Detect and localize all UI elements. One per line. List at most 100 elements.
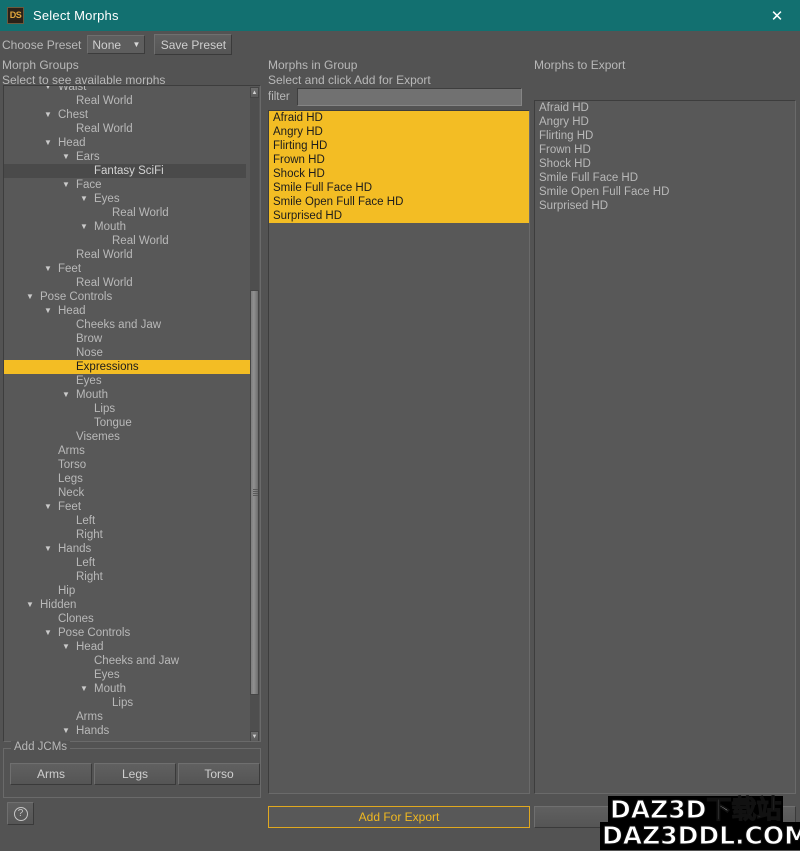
tree-item-eyes[interactable]: Eyes	[4, 374, 252, 388]
morphs-in-group-list[interactable]: Afraid HD Angry HD Flirting HD Frown HD Shoc…	[268, 110, 530, 794]
tree-twisty-icon[interactable]: ▼	[62, 150, 70, 164]
tree-item-mouth[interactable]: ▼ Mouth	[4, 388, 252, 402]
morphs-to-export-list[interactable]: Afraid HD Angry HD Flirting HD Frown HD Shoc…	[534, 100, 796, 794]
tree-item-hands[interactable]: ▼ Hands	[4, 724, 252, 738]
list-item[interactable]: Frown HD	[535, 143, 795, 157]
tree-twisty-icon[interactable]: ▼	[62, 724, 70, 738]
tree-twisty-icon[interactable]: ▼	[62, 178, 70, 192]
tree-item-waist[interactable]: ▼ Waist	[4, 86, 252, 94]
scroll-up-arrow-icon[interactable]: ▲	[250, 87, 259, 98]
tree-twisty-icon[interactable]: ▼	[80, 682, 88, 696]
list-item[interactable]: Frown HD	[269, 153, 529, 167]
jcm-legs-button[interactable]: Legs	[94, 763, 176, 785]
tree-item-face[interactable]: ▼ Face	[4, 178, 252, 192]
add-for-export-button[interactable]: Add For Export	[268, 806, 530, 828]
preset-dropdown[interactable]: None ▼	[87, 35, 146, 54]
jcm-torso-button[interactable]: Torso	[178, 763, 260, 785]
tree-item-real-world[interactable]: Real World	[4, 94, 252, 108]
tree-twisty-icon[interactable]: ▼	[44, 500, 52, 514]
list-item[interactable]: Afraid HD	[269, 111, 529, 125]
tree-twisty-icon[interactable]: ▼	[44, 542, 52, 556]
tree-item-eyes[interactable]: Eyes	[4, 668, 252, 682]
tree-item-fantasy-scifi[interactable]: Fantasy SciFi	[4, 164, 246, 178]
tree-twisty-icon[interactable]: ▼	[44, 304, 52, 318]
tree-item-real-world[interactable]: Real World	[4, 248, 252, 262]
remove-from-export-button[interactable]	[534, 806, 796, 828]
tree-item-feet[interactable]: ▼ Feet	[4, 262, 252, 276]
tree-twisty-icon[interactable]: ▼	[26, 290, 34, 304]
tree-item-lips[interactable]: Lips	[4, 402, 252, 416]
save-preset-button[interactable]: Save Preset	[154, 34, 233, 55]
list-item[interactable]: Afraid HD	[535, 101, 795, 115]
tree-twisty-icon[interactable]: ▼	[62, 388, 70, 402]
tree-item-head[interactable]: ▼ Head	[4, 640, 252, 654]
tree-item-legs[interactable]: Legs	[4, 472, 252, 486]
morph-groups-tree[interactable]: ▼ Waist Real World ▼ Chest Real World ▼ Head ▼ Ea…	[3, 85, 261, 742]
tree-item-eyes[interactable]: ▼ Eyes	[4, 192, 252, 206]
tree-vertical-scrollbar[interactable]: ▲ ▼	[250, 87, 259, 741]
tree-item-hands[interactable]: ▼ Hands	[4, 542, 252, 556]
tree-item-lips[interactable]: Lips	[4, 696, 252, 710]
tree-item-hip[interactable]: Hip	[4, 584, 252, 598]
tree-item-real-world[interactable]: Real World	[4, 122, 252, 136]
tree-item-chest[interactable]: ▼ Chest	[4, 108, 252, 122]
help-button[interactable]: ?	[7, 802, 34, 825]
tree-item-right[interactable]: Right	[4, 528, 252, 542]
scrollbar-thumb[interactable]	[250, 290, 259, 695]
tree-item-pose-controls[interactable]: ▼ Pose Controls	[4, 290, 252, 304]
list-item[interactable]: Flirting HD	[535, 129, 795, 143]
tree-item-hidden[interactable]: ▼ Hidden	[4, 598, 252, 612]
list-item[interactable]: Smile Open Full Face HD	[269, 195, 529, 209]
tree-item-neck[interactable]: Neck	[4, 486, 252, 500]
tree-item-real-world[interactable]: Real World	[4, 276, 252, 290]
scroll-down-arrow-icon[interactable]: ▼	[250, 731, 259, 741]
tree-item-clones[interactable]: Clones	[4, 612, 252, 626]
tree-item-mouth[interactable]: ▼ Mouth	[4, 220, 252, 234]
tree-item-real-world[interactable]: Real World	[4, 206, 252, 220]
tree-item-arms[interactable]: Arms	[4, 710, 252, 724]
list-item[interactable]: Angry HD	[535, 115, 795, 129]
tree-item-left[interactable]: Left	[4, 556, 252, 570]
list-item[interactable]: Angry HD	[269, 125, 529, 139]
list-item[interactable]: Flirting HD	[269, 139, 529, 153]
tree-item-feet[interactable]: ▼ Feet	[4, 500, 252, 514]
tree-item-head[interactable]: ▼ Head	[4, 136, 252, 150]
tree-item-right[interactable]: Right	[4, 570, 252, 584]
jcm-arms-button[interactable]: Arms	[10, 763, 92, 785]
tree-item-tongue[interactable]: Tongue	[4, 416, 252, 430]
tree-item-label: Neck	[58, 487, 85, 499]
tree-twisty-icon[interactable]: ▼	[44, 86, 52, 94]
list-item[interactable]: Surprised HD	[269, 209, 529, 223]
tree-twisty-icon[interactable]: ▼	[44, 136, 52, 150]
tree-item-mouth[interactable]: ▼ Mouth	[4, 682, 252, 696]
tree-twisty-icon[interactable]: ▼	[44, 626, 52, 640]
list-item[interactable]: Smile Full Face HD	[269, 181, 529, 195]
tree-item-arms[interactable]: Arms	[4, 444, 252, 458]
tree-item-head[interactable]: ▼ Head	[4, 304, 252, 318]
tree-item-real-world[interactable]: Real World	[4, 234, 252, 248]
tree-item-cheeks-and-jaw[interactable]: Cheeks and Jaw	[4, 654, 252, 668]
tree-item-torso[interactable]: Torso	[4, 458, 252, 472]
list-item[interactable]: Surprised HD	[535, 199, 795, 213]
list-item[interactable]: Smile Full Face HD	[535, 171, 795, 185]
tree-item-visemes[interactable]: Visemes	[4, 430, 252, 444]
filter-input[interactable]	[296, 88, 522, 106]
list-item[interactable]: Shock HD	[269, 167, 529, 181]
tree-twisty-icon[interactable]: ▼	[44, 262, 52, 276]
tree-item-pose-controls[interactable]: ▼ Pose Controls	[4, 626, 252, 640]
tree-twisty-icon[interactable]: ▼	[80, 220, 88, 234]
tree-twisty-icon[interactable]: ▼	[80, 192, 88, 206]
tree-item-ears[interactable]: ▼ Ears	[4, 150, 252, 164]
tree-twisty-icon[interactable]: ▼	[62, 640, 70, 654]
list-item[interactable]: Smile Open Full Face HD	[535, 185, 795, 199]
tree-item-brow[interactable]: Brow	[4, 332, 252, 346]
tree-item-expressions[interactable]: Expressions	[4, 360, 252, 374]
close-icon[interactable]: ✕	[754, 0, 800, 31]
tree-item-nose[interactable]: Nose	[4, 346, 252, 360]
tree-item-cheeks-and-jaw[interactable]: Cheeks and Jaw	[4, 318, 252, 332]
tree-twisty-icon[interactable]: ▼	[26, 598, 34, 612]
list-item[interactable]: Shock HD	[535, 157, 795, 171]
tree-item-left[interactable]: Left	[4, 514, 252, 528]
tree-item-label: Expressions	[76, 361, 139, 373]
tree-twisty-icon[interactable]: ▼	[44, 108, 52, 122]
